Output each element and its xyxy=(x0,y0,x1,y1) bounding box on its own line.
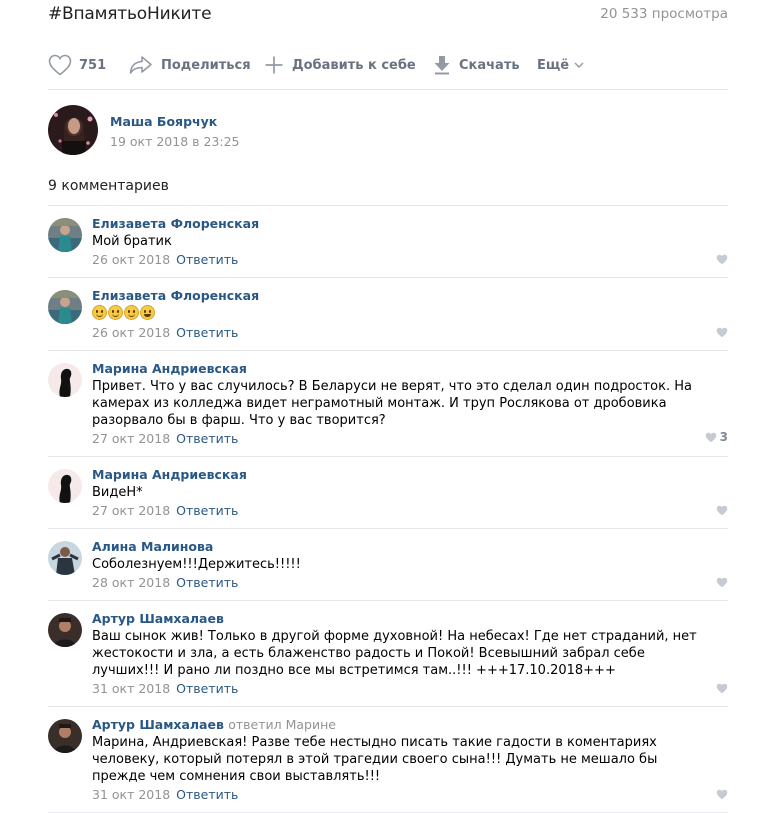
avatar[interactable] xyxy=(48,613,82,647)
comment-like-button[interactable] xyxy=(716,505,728,516)
view-count: 20 533 просмотра xyxy=(600,6,728,22)
like-button[interactable]: 751 xyxy=(48,53,106,77)
comment-like-button[interactable] xyxy=(716,327,728,338)
heart-icon xyxy=(48,54,72,76)
like-count: 751 xyxy=(79,57,107,73)
share-arrow-icon xyxy=(129,56,152,74)
smile-emoji-icon xyxy=(108,305,123,320)
heart-icon xyxy=(716,789,728,800)
add-to-mine-button[interactable]: Добавить к себе xyxy=(264,53,416,77)
comment-date[interactable]: 28 окт 2018 xyxy=(92,575,170,590)
comment-text: Марина, Андриевская! Разве тебе нестыдно… xyxy=(92,735,658,784)
comment-author[interactable]: Марина Андриевская xyxy=(92,467,247,482)
reply-button[interactable]: Ответить xyxy=(176,575,238,590)
comment-list: Елизавета Флоренская Мой братик 26 окт 2… xyxy=(48,205,728,813)
comment-text: Соболезнуем!!!Держитесь!!!!! xyxy=(92,557,301,572)
comment-like-button[interactable] xyxy=(716,577,728,588)
comment-author[interactable]: Елизавета Флоренская xyxy=(92,288,259,303)
laugh-emoji-icon xyxy=(140,305,155,320)
more-button[interactable]: Ещё xyxy=(537,53,584,77)
reply-button[interactable]: Ответить xyxy=(176,252,238,267)
comment-date[interactable]: 26 окт 2018 xyxy=(92,252,170,267)
heart-icon xyxy=(716,327,728,338)
comment-author[interactable]: Марина Андриевская xyxy=(92,361,247,376)
reply-button[interactable]: Ответить xyxy=(176,787,238,802)
comment-text: ВидеН* xyxy=(92,485,143,500)
avatar[interactable] xyxy=(48,218,82,252)
comment-item: Марина Андриевская Привет. Что у вас слу… xyxy=(48,350,728,456)
comment-text: Мой братик xyxy=(92,234,172,249)
comment-item: Марина Андриевская ВидеН* 27 окт 2018 Отв… xyxy=(48,456,728,528)
divider xyxy=(48,89,728,90)
heart-icon xyxy=(716,254,728,265)
heart-icon xyxy=(705,432,716,442)
download-arrow-icon xyxy=(434,56,450,75)
comment-date[interactable]: 31 окт 2018 xyxy=(92,787,170,802)
author-name[interactable]: Маша Боярчук xyxy=(110,114,217,129)
comment-date[interactable]: 27 окт 2018 xyxy=(92,431,170,446)
comment-author[interactable]: Елизавета Флоренская xyxy=(92,216,259,231)
share-button[interactable]: Поделиться xyxy=(129,53,251,77)
comment-item: Елизавета Флоренская Мой братик 26 окт 2… xyxy=(48,205,728,277)
comment-author[interactable]: Артур Шамхалаев xyxy=(92,717,224,732)
avatar[interactable] xyxy=(48,719,82,753)
download-button[interactable]: Скачать xyxy=(433,53,520,77)
heart-icon xyxy=(716,577,728,588)
avatar[interactable] xyxy=(48,290,82,324)
comment-like-button[interactable]: 3 xyxy=(705,430,728,444)
comment-author[interactable]: Алина Малинова xyxy=(92,539,213,554)
download-label: Скачать xyxy=(459,57,520,73)
share-label: Поделиться xyxy=(161,57,251,73)
comment-date[interactable]: 27 окт 2018 xyxy=(92,503,170,518)
comment-text: Привет. Что у вас случилось? В Беларуси … xyxy=(92,379,692,428)
comment-item: Артур Шамхалаев Ваш сынок жив! Только в … xyxy=(48,600,728,706)
comment-item: Алина Малинова Соболезнуем!!!Держитесь!!… xyxy=(48,528,728,600)
comment-emoji-row xyxy=(92,305,728,323)
comments-count: 9 комментариев xyxy=(48,178,169,194)
avatar[interactable] xyxy=(48,541,82,575)
add-label: Добавить к себе xyxy=(292,57,416,73)
plus-icon xyxy=(265,56,283,74)
comment-item: Артур Шамхалаев ответил Марине Марина, А… xyxy=(48,706,728,813)
video-title: #ВпамятьоНиките xyxy=(48,4,212,24)
comment-like-button[interactable] xyxy=(716,789,728,800)
comment-text: Ваш сынок жив! Только в другой форме дух… xyxy=(92,629,697,678)
heart-icon xyxy=(716,683,728,694)
author-avatar[interactable] xyxy=(48,105,98,155)
comment-date[interactable]: 26 окт 2018 xyxy=(92,325,170,340)
smile-emoji-icon xyxy=(92,305,107,320)
avatar[interactable] xyxy=(48,363,82,397)
comment-date[interactable]: 31 окт 2018 xyxy=(92,681,170,696)
smile-emoji-icon xyxy=(124,305,139,320)
heart-icon xyxy=(716,505,728,516)
avatar[interactable] xyxy=(48,469,82,503)
comment-like-button[interactable] xyxy=(716,254,728,265)
action-bar: 751 Поделиться Добавить к себе Скачать Е… xyxy=(48,53,728,77)
reply-button[interactable]: Ответить xyxy=(176,431,238,446)
comment-like-button[interactable] xyxy=(716,683,728,694)
post-date: 19 окт 2018 в 23:25 xyxy=(110,134,240,149)
reply-to-label[interactable]: ответил Марине xyxy=(228,717,336,732)
reply-button[interactable]: Ответить xyxy=(176,681,238,696)
comment-like-count: 3 xyxy=(719,430,728,444)
comment-author[interactable]: Артур Шамхалаев xyxy=(92,611,224,626)
reply-button[interactable]: Ответить xyxy=(176,325,238,340)
more-label: Ещё xyxy=(537,57,570,73)
chevron-down-icon xyxy=(574,62,584,68)
comment-item: Елизавета Флоренская 26 окт 2018 Ответить xyxy=(48,277,728,350)
reply-button[interactable]: Ответить xyxy=(176,503,238,518)
